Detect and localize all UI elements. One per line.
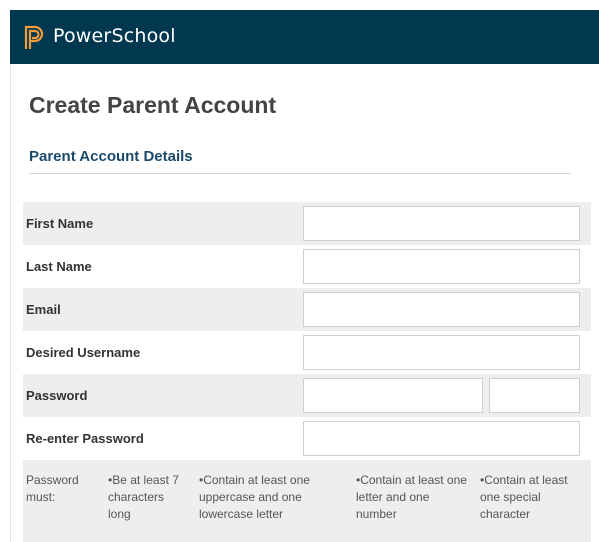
reenter-password-label: Re-enter Password — [26, 431, 144, 446]
password-rules: Password must: •Be at least 7 characters… — [23, 460, 591, 542]
last-name-label: Last Name — [26, 259, 92, 274]
first-name-input[interactable] — [303, 206, 580, 241]
form-row-last-name: Last Name — [23, 245, 591, 288]
app-header: PowerSchool — [10, 10, 599, 64]
last-name-input[interactable] — [303, 249, 580, 284]
password-input[interactable] — [303, 378, 483, 413]
password-rule-case: •Contain at least one uppercase and one … — [199, 473, 310, 521]
password-rule-length: •Be at least 7 characters long — [108, 473, 179, 521]
form-row-username: Desired Username — [23, 331, 591, 374]
password-rules-intro: Password must: — [26, 473, 79, 504]
password-rule-special: •Contain at least one special character — [480, 473, 568, 521]
email-label: Email — [26, 302, 61, 317]
password-rule-letter-number: •Contain at least one letter and one num… — [356, 473, 467, 521]
section-divider — [29, 173, 571, 174]
powerschool-logo-icon — [24, 25, 44, 49]
username-label: Desired Username — [26, 345, 141, 360]
password-strength-box[interactable] — [489, 378, 580, 413]
brand-name: PowerSchool — [53, 25, 176, 47]
form-row-first-name: First Name — [23, 202, 591, 245]
username-input[interactable] — [303, 335, 580, 370]
content-left-border — [10, 64, 11, 542]
parent-account-form: First Name Last Name Email Desired Usern… — [23, 202, 591, 542]
section-title: Parent Account Details — [29, 148, 193, 165]
reenter-password-input[interactable] — [303, 421, 580, 456]
form-row-email: Email — [23, 288, 591, 331]
page-title: Create Parent Account — [29, 92, 277, 118]
email-input[interactable] — [303, 292, 580, 327]
first-name-label: First Name — [26, 216, 94, 231]
form-row-reenter-password: Re-enter Password — [23, 417, 591, 460]
form-row-password: Password — [23, 374, 591, 417]
password-label: Password — [26, 388, 88, 403]
